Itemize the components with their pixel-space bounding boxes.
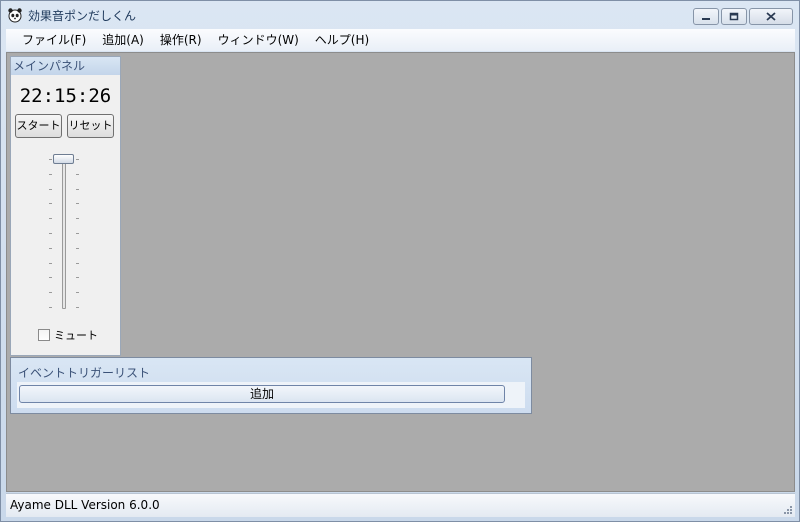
- minimize-button[interactable]: [693, 8, 719, 25]
- minimize-icon: [694, 9, 718, 24]
- close-button[interactable]: [749, 8, 793, 25]
- slider-tick: [76, 159, 79, 160]
- slider-tick: [49, 174, 52, 175]
- title-bar[interactable]: 効果音ポンだしくん: [1, 1, 799, 29]
- close-icon: [750, 9, 792, 24]
- maximize-button[interactable]: [721, 8, 747, 25]
- reset-button[interactable]: リセット: [67, 114, 114, 138]
- volume-slider[interactable]: [47, 153, 81, 313]
- resize-grip-icon[interactable]: [783, 505, 793, 515]
- slider-tick: [76, 263, 79, 264]
- panda-app-icon: [8, 8, 22, 23]
- slider-tick: [49, 203, 52, 204]
- menu-operate[interactable]: 操作(R): [152, 29, 210, 51]
- window-title: 効果音ポンだしくん: [28, 9, 137, 23]
- slider-tick: [76, 277, 79, 278]
- slider-tick: [76, 233, 79, 234]
- status-bar: Ayame DLL Version 6.0.0: [6, 493, 795, 517]
- event-trigger-list: 追加: [17, 382, 525, 408]
- mute-checkbox[interactable]: [38, 329, 50, 341]
- slider-tick: [76, 218, 79, 219]
- slider-tick: [49, 159, 52, 160]
- event-trigger-panel: イベントトリガーリスト 追加: [10, 357, 532, 414]
- mute-label: ミュート: [54, 329, 98, 342]
- mdi-client-area: メインパネル 22:15:26 スタート リセット ミュート イベントトリガーリ…: [6, 52, 795, 492]
- slider-tick: [49, 248, 52, 249]
- menu-bar: ファイル(F) 追加(A) 操作(R) ウィンドウ(W) ヘルプ(H): [6, 29, 795, 51]
- volume-slider-thumb[interactable]: [53, 154, 74, 164]
- slider-tick: [49, 233, 52, 234]
- menu-help[interactable]: ヘルプ(H): [307, 29, 377, 51]
- menu-window[interactable]: ウィンドウ(W): [210, 29, 307, 51]
- mute-control[interactable]: ミュート: [38, 327, 98, 343]
- clock-display: 22:15:26: [19, 85, 112, 107]
- caption-buttons: [693, 8, 793, 26]
- restore-icon: [722, 9, 746, 24]
- slider-tick: [49, 189, 52, 190]
- main-panel-caption[interactable]: メインパネル: [11, 57, 120, 75]
- slider-tick: [76, 174, 79, 175]
- slider-tick: [76, 203, 79, 204]
- slider-tick: [49, 277, 52, 278]
- slider-tick: [76, 189, 79, 190]
- add-trigger-button[interactable]: 追加: [19, 385, 505, 403]
- slider-tick: [49, 307, 52, 308]
- menu-file[interactable]: ファイル(F): [14, 29, 94, 51]
- slider-tick: [49, 263, 52, 264]
- main-panel: メインパネル 22:15:26 スタート リセット ミュート: [10, 56, 121, 356]
- event-trigger-caption: イベントトリガーリスト: [18, 366, 151, 380]
- slider-tick: [49, 292, 52, 293]
- menu-add[interactable]: 追加(A): [94, 29, 152, 51]
- volume-slider-track: [62, 159, 66, 309]
- status-text: Ayame DLL Version 6.0.0: [10, 498, 160, 512]
- slider-tick: [76, 307, 79, 308]
- slider-tick: [76, 292, 79, 293]
- slider-tick: [76, 248, 79, 249]
- app-window: 効果音ポンだしくん ファイル(F) 追加(A) 操作(R) ウィンドウ(W) ヘ…: [0, 0, 800, 522]
- start-button[interactable]: スタート: [15, 114, 62, 138]
- slider-tick: [49, 218, 52, 219]
